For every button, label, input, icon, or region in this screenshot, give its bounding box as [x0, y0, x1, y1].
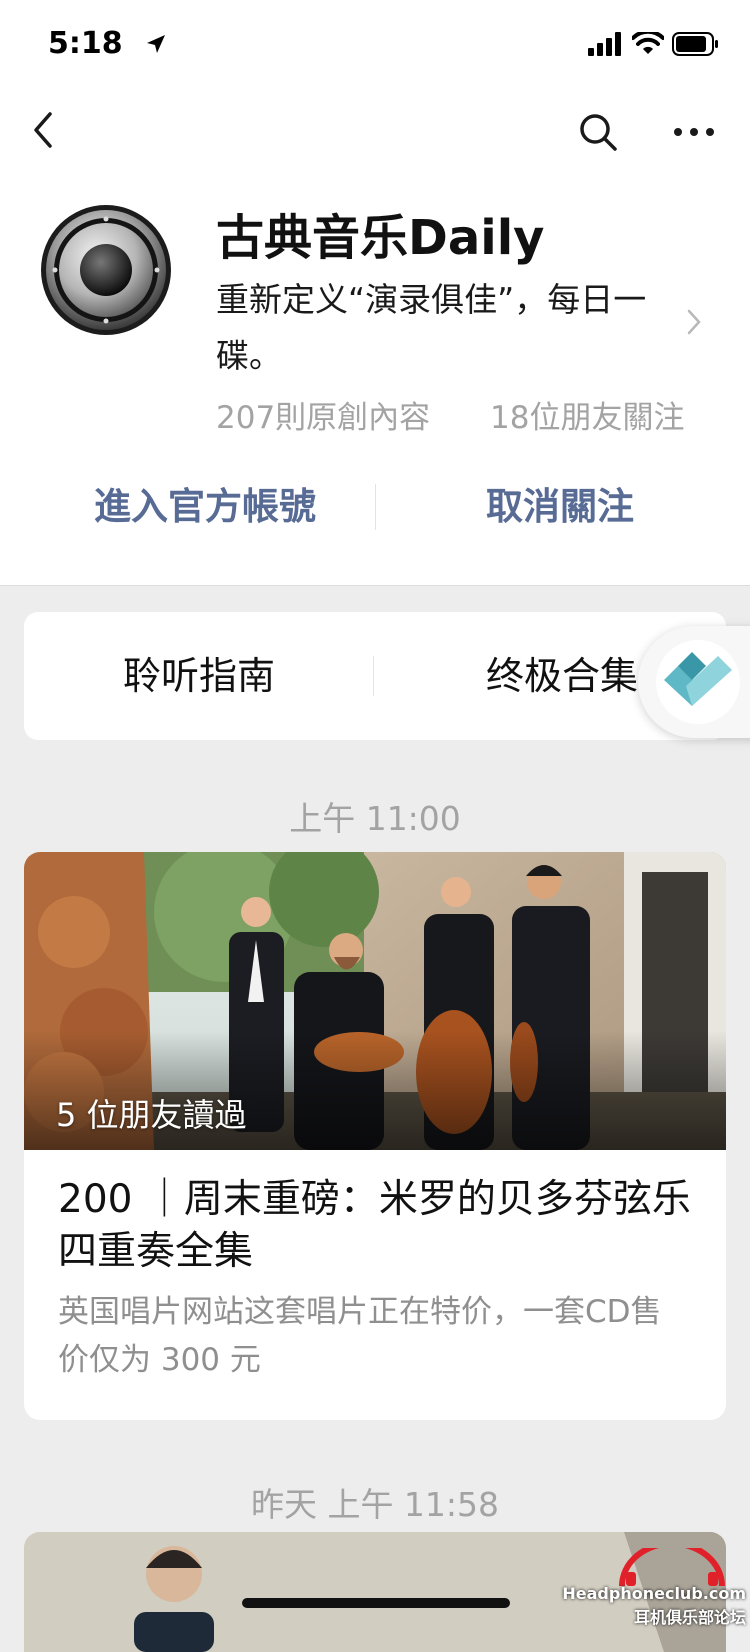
menu-item-listening-guide[interactable]: 聆听指南 — [24, 612, 374, 740]
divider — [375, 484, 376, 530]
floating-heart-icon — [664, 652, 732, 706]
floating-window-button[interactable] — [638, 626, 750, 738]
back-icon[interactable] — [28, 110, 58, 150]
account-menu: 聆听指南 终极合集 — [24, 612, 726, 740]
divider — [0, 585, 750, 586]
wifi-icon — [632, 32, 664, 54]
enter-official-account-button[interactable]: 進入官方帳號 — [40, 476, 370, 530]
article-digest: 英国唱片网站这套唱片正在特价，一套CD售价仅为 300 元 — [58, 1294, 662, 1378]
status-time: 5:18 — [48, 26, 123, 61]
battery-icon — [672, 32, 718, 56]
account-description[interactable]: 重新定义“演录俱佳”，每日一碟。 — [216, 272, 676, 384]
feed-timestamp: 昨天 上午 11:58 — [250, 1485, 500, 1524]
floating-window-inner — [656, 640, 740, 724]
original-content-count: 207則原創內容 — [216, 400, 431, 436]
account-name: 古典音乐Daily — [216, 210, 545, 266]
watermark-logo — [619, 1548, 725, 1587]
location-arrow-icon — [147, 35, 165, 53]
friends-read-count: 5 位朋友讀過 — [56, 1096, 247, 1134]
article-title: 200 ｜周末重磅：米罗的贝多芬弦乐四重奏全集 — [58, 1177, 691, 1274]
home-indicator — [242, 1598, 510, 1608]
divider — [373, 656, 374, 696]
search-icon[interactable] — [578, 112, 618, 152]
more-icon[interactable] — [672, 120, 716, 144]
watermark-text: Headphoneclub.com — [562, 1584, 746, 1603]
chevron-right-icon[interactable] — [686, 308, 702, 336]
signal-icon — [588, 32, 621, 56]
unfollow-button[interactable]: 取消關注 — [390, 476, 730, 530]
watermark-text: 耳机俱乐部论坛 — [633, 1608, 746, 1627]
friends-following-count: 18位朋友關注 — [490, 400, 685, 436]
feed-timestamp: 上午 11:00 — [289, 799, 461, 838]
article-card[interactable]: 5 位朋友讀過 200 ｜周末重磅：米罗的贝多芬弦乐四重奏全集 英国唱片网站这套… — [24, 852, 726, 1420]
speaker-avatar-icon — [41, 205, 171, 335]
watermark: Headphoneclub.com 耳机俱乐部论坛 — [562, 1548, 750, 1627]
